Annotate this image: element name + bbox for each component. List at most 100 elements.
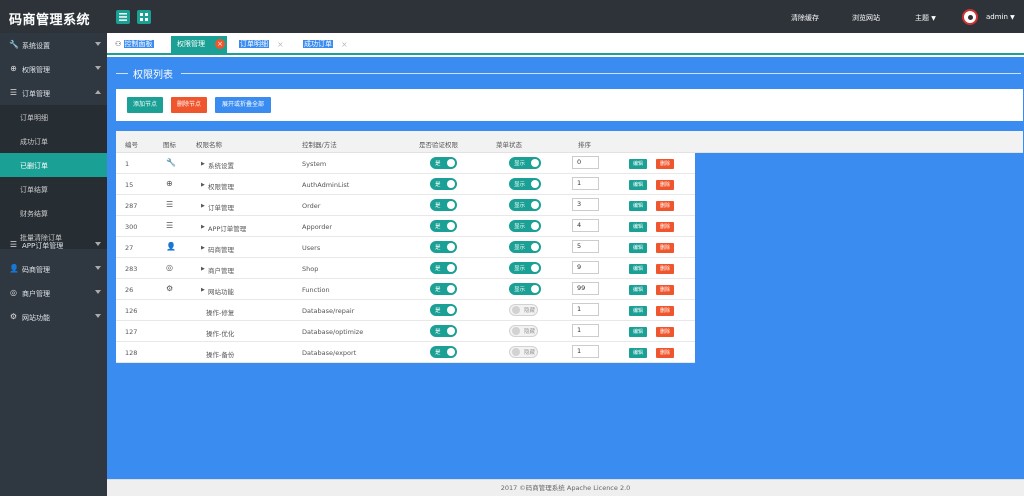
- sort-input[interactable]: 3: [572, 198, 599, 211]
- sidebar-item-label: APP订单管理: [22, 242, 64, 250]
- controller-method: AuthAdminList: [302, 181, 350, 189]
- sidebar-subitem-finance-settlement[interactable]: 财务结算: [0, 201, 107, 225]
- user-icon: 👤: [166, 242, 176, 251]
- edit-button[interactable]: 编辑: [629, 222, 647, 232]
- edit-button[interactable]: 编辑: [629, 159, 647, 169]
- menu-status-toggle[interactable]: 隐藏: [509, 325, 538, 337]
- auth-toggle[interactable]: 是: [430, 262, 457, 274]
- column-header: 是否验证权限: [419, 141, 458, 149]
- delete-button[interactable]: 删除: [656, 264, 674, 274]
- user-dropdown[interactable]: admin ▼: [986, 13, 1015, 21]
- avatar[interactable]: [962, 9, 978, 25]
- sort-input[interactable]: 1: [572, 177, 599, 190]
- tab-permissions[interactable]: 权限管理 ×: [171, 36, 227, 53]
- tab-order-details[interactable]: 订单明细 ×: [239, 36, 284, 53]
- delete-button[interactable]: 删除: [656, 285, 674, 295]
- sidebar-item-shops[interactable]: ◎ 商户管理: [0, 281, 107, 305]
- grid-icon: [140, 13, 148, 21]
- tab-success-orders[interactable]: 成功订单 ×: [303, 36, 348, 53]
- caret-right-icon[interactable]: ▶: [201, 182, 205, 188]
- menu-status-toggle[interactable]: 隐藏: [509, 304, 538, 316]
- chevron-up-icon: [95, 90, 101, 94]
- permission-name: 操作-修复: [206, 309, 235, 317]
- delete-button[interactable]: 删除: [656, 243, 674, 253]
- caret-right-icon[interactable]: ▶: [201, 161, 205, 167]
- auth-toggle[interactable]: 是: [430, 178, 457, 190]
- menu-status-toggle[interactable]: 隐藏: [509, 346, 538, 358]
- edit-button[interactable]: 编辑: [629, 348, 647, 358]
- delete-button[interactable]: 删除: [656, 201, 674, 211]
- sort-input[interactable]: 4: [572, 219, 599, 232]
- gear-icon: ⚙: [9, 312, 18, 321]
- sidebar-item-orders[interactable]: ☰ 订单管理: [0, 81, 107, 105]
- menu-toggle-button[interactable]: [116, 10, 130, 24]
- delete-button[interactable]: 删除: [656, 222, 674, 232]
- edit-button[interactable]: 编辑: [629, 306, 647, 316]
- delete-button[interactable]: 删除: [656, 180, 674, 190]
- sort-input[interactable]: 5: [572, 240, 599, 253]
- edit-button[interactable]: 编辑: [629, 285, 647, 295]
- close-icon[interactable]: ×: [215, 39, 225, 49]
- sidebar-subitem-success-orders[interactable]: 成功订单: [0, 129, 107, 153]
- permission-name: 订单管理: [208, 204, 234, 212]
- auth-toggle[interactable]: 是: [430, 157, 457, 169]
- menu-status-toggle[interactable]: 显示: [509, 283, 541, 295]
- delete-button[interactable]: 删除: [656, 327, 674, 337]
- close-icon[interactable]: ×: [277, 36, 284, 53]
- edit-button[interactable]: 编辑: [629, 180, 647, 190]
- auth-toggle[interactable]: 是: [430, 220, 457, 232]
- sidebar-item-site-functions[interactable]: ⚙ 网站功能: [0, 305, 107, 329]
- caret-right-icon[interactable]: ▶: [201, 203, 205, 209]
- tab-dashboard[interactable]: ⚇ 控制面板: [115, 36, 154, 53]
- sidebar-item-permissions[interactable]: ⊕ 权限管理: [0, 57, 107, 81]
- edit-button[interactable]: 编辑: [629, 201, 647, 211]
- sidebar-item-system-settings[interactable]: 🔧 系统设置: [0, 33, 107, 57]
- toggle-label: 是: [435, 266, 441, 272]
- auth-toggle[interactable]: 是: [430, 283, 457, 295]
- grid-button[interactable]: [137, 10, 151, 24]
- browse-site-link[interactable]: 浏览网站: [852, 13, 880, 23]
- sort-input[interactable]: 9: [572, 261, 599, 274]
- menu-status-toggle[interactable]: 显示: [509, 262, 541, 274]
- auth-toggle[interactable]: 是: [430, 304, 457, 316]
- menu-status-toggle[interactable]: 显示: [509, 199, 541, 211]
- auth-toggle[interactable]: 是: [430, 346, 457, 358]
- edit-button[interactable]: 编辑: [629, 264, 647, 274]
- auth-toggle[interactable]: 是: [430, 241, 457, 253]
- caret-right-icon[interactable]: ▶: [201, 287, 205, 293]
- add-node-button[interactable]: 添加节点: [127, 97, 163, 113]
- close-icon[interactable]: ×: [341, 36, 348, 53]
- sort-input[interactable]: 0: [572, 156, 599, 169]
- auth-toggle[interactable]: 是: [430, 325, 457, 337]
- sort-input[interactable]: 99: [572, 282, 599, 295]
- sidebar-item-merchants-code[interactable]: 👤 码商管理: [0, 257, 107, 281]
- sidebar-subitem-order-details[interactable]: 订单明细: [0, 105, 107, 129]
- toggle-label: 显示: [514, 266, 526, 272]
- menu-status-toggle[interactable]: 显示: [509, 220, 541, 232]
- sort-input[interactable]: 1: [572, 345, 599, 358]
- menu-status-toggle[interactable]: 显示: [509, 157, 541, 169]
- edit-button[interactable]: 编辑: [629, 327, 647, 337]
- auth-toggle[interactable]: 是: [430, 199, 457, 211]
- sidebar-subitem-deleted-orders[interactable]: 已删订单: [0, 153, 107, 177]
- delete-button[interactable]: 删除: [656, 306, 674, 316]
- table-row: 283 ◎ ▶ 商户管理 Shop 是 显示 9 编辑 删除: [116, 258, 695, 279]
- menu-status-toggle[interactable]: 显示: [509, 241, 541, 253]
- controller-method: Apporder: [302, 223, 333, 231]
- sort-input[interactable]: 1: [572, 324, 599, 337]
- sort-input[interactable]: 1: [572, 303, 599, 316]
- sidebar-item-app-orders[interactable]: ☰ APP订单管理: [0, 233, 107, 257]
- toggle-expand-button[interactable]: 展开或折叠全部: [215, 97, 271, 113]
- delete-node-button[interactable]: 删除节点: [171, 97, 207, 113]
- caret-right-icon[interactable]: ▶: [201, 266, 205, 272]
- theme-dropdown[interactable]: 主题 ▼: [915, 13, 936, 23]
- delete-button[interactable]: 删除: [656, 159, 674, 169]
- edit-button[interactable]: 编辑: [629, 243, 647, 253]
- menu-status-toggle[interactable]: 显示: [509, 178, 541, 190]
- clear-cache-link[interactable]: 清除缓存: [791, 13, 819, 23]
- row-id: 126: [125, 307, 138, 315]
- delete-button[interactable]: 删除: [656, 348, 674, 358]
- caret-right-icon[interactable]: ▶: [201, 245, 205, 251]
- sidebar-subitem-order-settlement[interactable]: 订单结算: [0, 177, 107, 201]
- caret-right-icon[interactable]: ▶: [201, 224, 205, 230]
